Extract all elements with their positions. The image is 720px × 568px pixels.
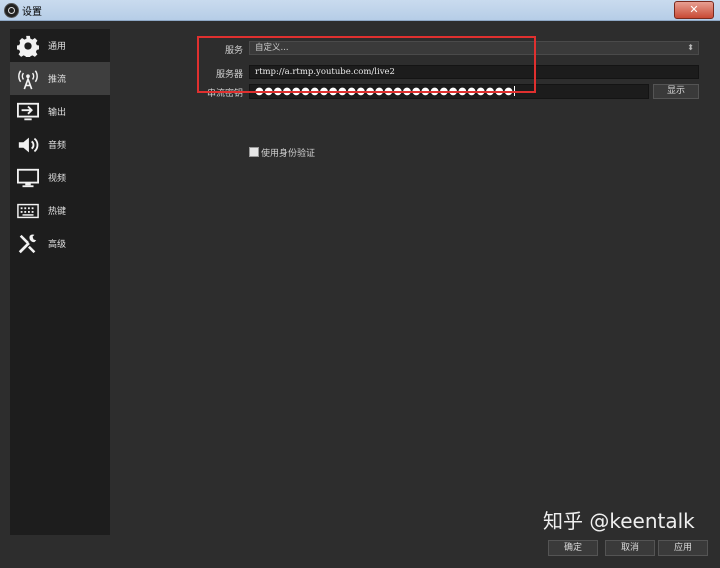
apply-button[interactable]: 应用 <box>658 540 708 556</box>
window-close-button[interactable]: ✕ <box>674 1 714 19</box>
settings-window: 通用 推流 输出 音频 视频 热键 高级 服务 自定义... ⬍ 服务器 rtm… <box>0 21 720 568</box>
obs-app-icon <box>4 3 19 18</box>
sidebar-item-label: 通用 <box>48 42 67 52</box>
speaker-icon <box>16 133 40 157</box>
output-icon <box>16 100 40 124</box>
annotation-highlight-box <box>197 36 536 93</box>
sidebar-item-label: 高级 <box>48 240 67 250</box>
settings-sidebar: 通用 推流 输出 音频 视频 热键 高级 <box>10 29 110 535</box>
use-auth-label: 使用身份验证 <box>261 149 316 159</box>
show-key-button[interactable]: 显示 <box>653 84 699 99</box>
sidebar-item-label: 热键 <box>48 207 67 217</box>
window-title: 设置 <box>22 7 42 18</box>
monitor-icon <box>16 166 40 190</box>
window-titlebar: 设置 ✕ <box>0 0 720 21</box>
zhihu-watermark: 知乎 @keentalk <box>543 509 695 533</box>
updown-arrow-icon: ⬍ <box>687 43 694 52</box>
keyboard-icon <box>16 199 40 223</box>
sidebar-item-label: 输出 <box>48 108 67 118</box>
sidebar-item-stream[interactable]: 推流 <box>10 62 110 95</box>
ok-button[interactable]: 确定 <box>548 540 598 556</box>
broadcast-icon <box>16 67 40 91</box>
sidebar-item-general[interactable]: 通用 <box>10 29 110 62</box>
sidebar-item-label: 视频 <box>48 174 67 184</box>
tools-icon <box>16 232 40 256</box>
sidebar-item-audio[interactable]: 音频 <box>10 128 110 161</box>
stream-settings-panel: 服务 自定义... ⬍ 服务器 rtmp://a.rtmp.youtube.co… <box>110 21 720 568</box>
sidebar-item-hotkeys[interactable]: 热键 <box>10 194 110 227</box>
gear-icon <box>16 34 40 58</box>
sidebar-item-output[interactable]: 输出 <box>10 95 110 128</box>
use-auth-checkbox[interactable] <box>249 147 259 157</box>
sidebar-item-label: 音频 <box>48 141 67 151</box>
sidebar-item-advanced[interactable]: 高级 <box>10 227 110 260</box>
sidebar-item-video[interactable]: 视频 <box>10 161 110 194</box>
sidebar-item-label: 推流 <box>48 75 67 85</box>
cancel-button[interactable]: 取消 <box>605 540 655 556</box>
